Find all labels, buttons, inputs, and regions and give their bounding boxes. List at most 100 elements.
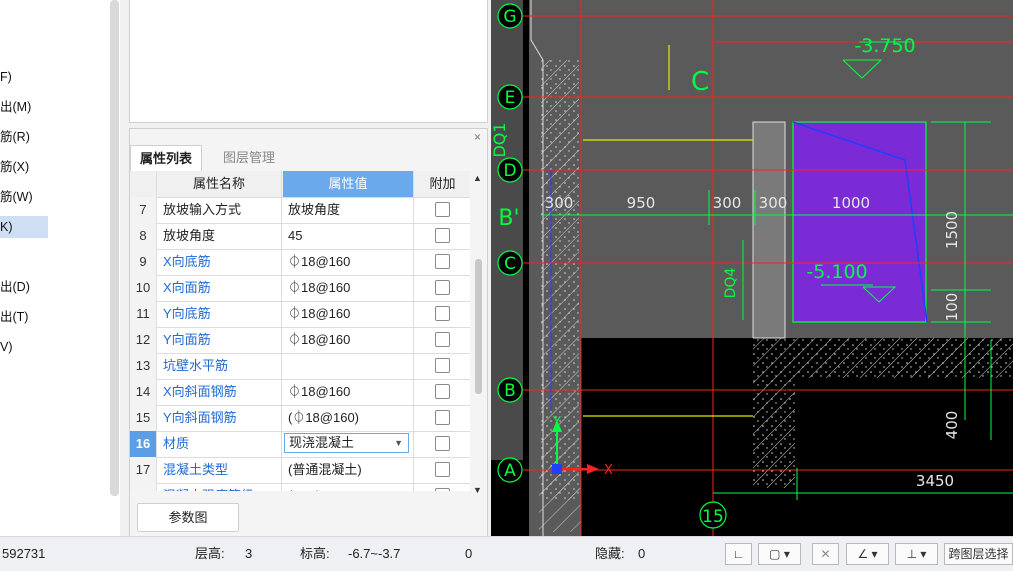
grid-scrollbar[interactable]: ▲ ▼	[471, 171, 485, 495]
param-diagram-button[interactable]: 参数图	[137, 503, 239, 532]
hidden-value: 0	[638, 546, 646, 561]
cross-icon[interactable]: ✕	[812, 543, 839, 565]
property-row[interactable]: 7 放坡输入方式 放坡角度	[130, 197, 470, 224]
ortho-toggle-icon[interactable]: ∟	[725, 543, 752, 565]
property-row[interactable]: 11 Y向底筋 ⏀18@160	[130, 301, 470, 328]
property-row[interactable]: 8 放坡角度 45	[130, 223, 470, 250]
row-index: 15	[130, 405, 157, 431]
extra-checkbox[interactable]	[435, 436, 450, 452]
property-value[interactable]: (C30)	[283, 483, 414, 491]
material-select[interactable]: 现浇混凝土 ▼	[284, 433, 409, 453]
menu-scrollbar[interactable]	[110, 0, 119, 496]
property-value[interactable]: ⏀18@160	[283, 379, 414, 405]
angle-snap-icon[interactable]: ∠ ▾	[846, 543, 889, 565]
elevation-value: -6.7~-3.7	[348, 546, 401, 561]
extra-checkbox[interactable]	[435, 410, 450, 426]
elevation-top: -3.750	[854, 35, 915, 57]
extra-cell	[415, 327, 470, 353]
grid-label-d: D	[503, 161, 516, 181]
property-value[interactable]: (⏀18@160)	[283, 405, 414, 431]
property-value[interactable]: 放坡角度	[283, 197, 414, 223]
property-value[interactable]: ⏀18@160	[283, 249, 414, 275]
dim-1000: 1000	[832, 194, 870, 212]
menu-item[interactable]: 出(D)	[0, 276, 48, 298]
extra-checkbox[interactable]	[435, 228, 450, 244]
property-grid: 属性名称 属性值 附加 7 放坡输入方式 放坡角度 8 放坡角度 45 9 X向底筋 ⏀18@1…	[130, 171, 470, 491]
header-extra: 附加	[429, 176, 456, 191]
property-row[interactable]: 12 Y向面筋 ⏀18@160	[130, 327, 470, 354]
scroll-up-icon[interactable]: ▲	[473, 173, 482, 183]
close-icon[interactable]: ×	[474, 129, 481, 145]
extra-cell	[415, 431, 470, 457]
menu-item[interactable]: F)	[0, 66, 48, 88]
component-preview	[129, 0, 488, 123]
property-value[interactable]: 现浇混凝土 ▼	[283, 431, 414, 457]
property-value[interactable]: ⏀18@160	[283, 275, 414, 301]
panel-tabs: 属性列表 图层管理	[130, 145, 487, 171]
hidden-label: 隐藏:	[595, 546, 625, 561]
select-box-icon[interactable]: ▢ ▾	[758, 543, 801, 565]
property-value[interactable]: 45	[283, 223, 414, 249]
property-value[interactable]: (普通混凝土)	[283, 457, 414, 483]
row-index: 13	[130, 353, 157, 379]
cross-layer-select-button[interactable]: 跨图层选择	[944, 543, 1013, 565]
floor-height-value: 3	[245, 546, 253, 561]
property-row[interactable]: 14 X向斜面钢筋 ⏀18@160	[130, 379, 470, 406]
property-name: 放坡输入方式	[157, 197, 282, 223]
property-row[interactable]: 17 混凝土类型 (普通混凝土)	[130, 457, 470, 484]
property-name: 混凝土强度等级	[157, 483, 282, 491]
extra-checkbox[interactable]	[435, 254, 450, 270]
grid-label-b: B	[504, 381, 516, 401]
extra-checkbox[interactable]	[435, 488, 450, 491]
tab-property-list[interactable]: 属性列表	[130, 145, 203, 171]
row-index: 12	[130, 327, 157, 353]
extra-checkbox[interactable]	[435, 384, 450, 400]
label-b-prime: B'	[498, 206, 519, 231]
dim-1500: 1500	[943, 211, 961, 249]
property-name: 坑壁水平筋	[157, 353, 282, 379]
status-bar: 592731 层高: 3 标高: -6.7~-3.7 0 隐藏: 0 ∟ ▢ ▾…	[0, 536, 1013, 571]
menu-item[interactable]: V)	[0, 336, 48, 358]
extra-checkbox[interactable]	[435, 202, 450, 218]
property-row[interactable]: 15 Y向斜面钢筋 (⏀18@160)	[130, 405, 470, 432]
property-row[interactable]: 18混凝土强度等级(C30)	[130, 483, 470, 491]
property-value[interactable]	[283, 353, 414, 379]
pit-shape	[792, 121, 927, 323]
dim-300-a: 300	[545, 194, 574, 212]
extra-cell	[415, 379, 470, 405]
tab-layer-management[interactable]: 图层管理	[214, 145, 284, 170]
menu-item[interactable]: K)	[0, 216, 48, 238]
property-row[interactable]: 9 X向底筋 ⏀18@160	[130, 249, 470, 276]
extra-checkbox[interactable]	[435, 462, 450, 478]
extra-checkbox[interactable]	[435, 280, 450, 296]
scroll-down-icon[interactable]: ▼	[473, 485, 482, 495]
extra-checkbox[interactable]	[435, 306, 450, 322]
property-name: X向面筋	[157, 275, 282, 301]
scroll-thumb[interactable]	[475, 259, 482, 394]
dim-300-b: 300	[713, 194, 742, 212]
chevron-down-icon[interactable]: ▼	[394, 434, 403, 452]
elevation-label: 标高:	[300, 546, 330, 561]
property-value[interactable]: ⏀18@160	[283, 301, 414, 327]
cad-canvas[interactable]: G E D C B A 15 DQ1 B' DQ4 C 300 950 300 …	[491, 0, 1013, 536]
menu-item[interactable]: 筋(X)	[0, 156, 48, 178]
offset-snap-icon[interactable]: ⊥ ▾	[895, 543, 938, 565]
row-index: 14	[130, 379, 157, 405]
extra-cell	[415, 301, 470, 327]
extra-checkbox[interactable]	[435, 332, 450, 348]
property-row[interactable]: 16 材质 现浇混凝土 ▼	[130, 431, 470, 458]
floor-height-label: 层高:	[195, 546, 225, 561]
dim-3450: 3450	[916, 472, 954, 490]
property-row[interactable]: 13 坑壁水平筋	[130, 353, 470, 380]
row-index: 10	[130, 275, 157, 301]
menu-item[interactable]: 出(T)	[0, 306, 48, 328]
menu-item[interactable]: 出(M)	[0, 96, 48, 118]
row-index: 17	[130, 457, 157, 483]
extra-checkbox[interactable]	[435, 358, 450, 374]
menu-item[interactable]: 筋(R)	[0, 126, 48, 148]
property-row[interactable]: 10 X向面筋 ⏀18@160	[130, 275, 470, 302]
svg-text:X: X	[604, 463, 613, 478]
cursor-coordinate: 592731	[2, 546, 46, 561]
property-value[interactable]: ⏀18@160	[283, 327, 414, 353]
menu-item[interactable]: 筋(W)	[0, 186, 48, 208]
